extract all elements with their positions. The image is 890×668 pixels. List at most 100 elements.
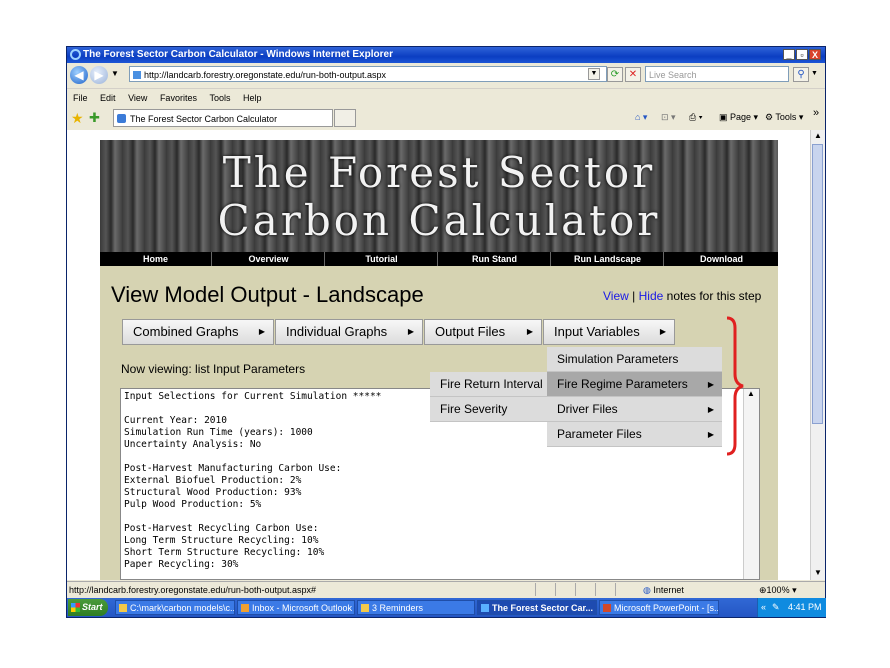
feeds-icon[interactable]: ⊡ ▾: [661, 112, 676, 123]
menu-label: Individual Graphs: [286, 324, 388, 339]
submenu-fire-return-interval[interactable]: Fire Return Interval: [430, 372, 547, 397]
menu-tools[interactable]: Tools: [209, 93, 230, 103]
bell-icon: [361, 604, 369, 612]
menu-label: Combined Graphs: [133, 324, 239, 339]
nav-home[interactable]: Home: [100, 252, 212, 266]
menu-file[interactable]: File: [73, 93, 88, 103]
task-outlook[interactable]: Inbox - Microsoft Outlook: [237, 600, 355, 615]
stop-icon[interactable]: ✕: [625, 67, 641, 82]
page-menu[interactable]: ▣ Page ▾: [719, 112, 758, 123]
start-button[interactable]: Start: [68, 599, 108, 616]
page-menu-label: Page: [730, 112, 752, 122]
menu-individual-graphs[interactable]: Individual Graphs ▶: [275, 319, 423, 345]
dropdown-parameter-files[interactable]: Parameter Files ▶: [547, 422, 722, 447]
scroll-up-icon[interactable]: ▲: [747, 389, 755, 398]
nav-tutorial[interactable]: Tutorial: [326, 252, 438, 266]
nav-run-stand[interactable]: Run Stand: [439, 252, 551, 266]
search-input[interactable]: Live Search: [645, 66, 789, 82]
now-viewing-label: Now viewing: list Input Parameters: [121, 362, 306, 376]
task-powerpoint[interactable]: Microsoft PowerPoint - [s...: [599, 600, 719, 615]
status-url: http://landcarb.forestry.oregonstate.edu…: [69, 585, 316, 595]
arrow-right-icon: ▶: [707, 405, 714, 414]
page-icon: [133, 71, 141, 79]
menu-view[interactable]: View: [128, 93, 147, 103]
menu-combined-graphs[interactable]: Combined Graphs ▶: [122, 319, 274, 345]
globe-icon: ◍: [643, 585, 654, 595]
start-label: Start: [82, 602, 103, 612]
address-bar[interactable]: http://landcarb.forestry.oregonstate.edu…: [129, 66, 607, 82]
page-viewport: The Forest Sector Carbon Calculator Home…: [67, 130, 810, 580]
back-button[interactable]: ◀: [70, 66, 88, 84]
outlook-icon: [241, 604, 249, 612]
ie-logo-icon: [70, 49, 81, 60]
network-icon[interactable]: ✎: [772, 598, 780, 617]
arrow-right-icon: ▶: [707, 380, 714, 389]
task-reminders[interactable]: 3 Reminders: [357, 600, 475, 615]
tab-forest-sector[interactable]: The Forest Sector Carbon Calculator: [113, 109, 333, 127]
tray-expand-icon[interactable]: «: [761, 598, 766, 617]
page-icon: [117, 114, 126, 123]
menu-favorites[interactable]: Favorites: [160, 93, 197, 103]
task-folder[interactable]: C:\mark\carbon models\c...: [115, 600, 235, 615]
history-dropdown-icon[interactable]: ▼: [111, 69, 119, 78]
chevron-right-icon[interactable]: »: [813, 107, 819, 119]
task-label: C:\mark\carbon models\c...: [130, 603, 235, 613]
new-tab-button[interactable]: [334, 109, 356, 127]
menu-help[interactable]: Help: [243, 93, 262, 103]
favorites-star-icon[interactable]: ★: [71, 110, 84, 127]
system-tray: « ✎ 4:41 PM: [757, 598, 826, 617]
forward-button[interactable]: ▶: [90, 66, 108, 84]
address-dropdown-icon[interactable]: ▼: [588, 68, 600, 80]
search-options-icon[interactable]: ▼: [811, 70, 818, 77]
dropdown-label: Parameter Files: [557, 427, 642, 441]
dropdown-label: Driver Files: [557, 402, 618, 416]
search-icon[interactable]: ⚲: [793, 67, 809, 82]
textarea-scrollbar[interactable]: ▲: [743, 389, 759, 579]
dropdown-fire-regime-parameters[interactable]: Fire Regime Parameters ▶: [547, 372, 722, 397]
banner-title-line1: The Forest Sector: [222, 148, 656, 197]
notes-suffix: notes for this step: [666, 289, 762, 303]
refresh-icon[interactable]: ⟳: [607, 67, 623, 82]
arrow-right-icon: ▶: [707, 430, 714, 439]
zoom-level[interactable]: ⊕100% ▾: [759, 582, 797, 598]
menu-output-files[interactable]: Output Files ▶: [424, 319, 542, 345]
scroll-down-icon[interactable]: ▼: [814, 568, 822, 577]
powerpoint-icon: [603, 604, 611, 612]
clock[interactable]: 4:41 PM: [788, 598, 822, 617]
view-notes-link[interactable]: View: [603, 289, 629, 303]
task-forest-sector[interactable]: The Forest Sector Car...: [477, 600, 597, 615]
print-icon[interactable]: ⎙ ▾: [689, 112, 702, 123]
dropdown-label: Fire Regime Parameters: [557, 377, 688, 391]
maximize-button[interactable]: ▫: [796, 49, 808, 60]
task-label: 3 Reminders: [372, 603, 424, 613]
text-line: [124, 511, 756, 523]
taskbar: Start C:\mark\carbon models\c... Inbox -…: [67, 598, 826, 617]
tab-toolbar: ★ ✚ The Forest Sector Carbon Calculator …: [67, 107, 825, 129]
dropdown-driver-files[interactable]: Driver Files ▶: [547, 397, 722, 422]
text-line: Pulp Wood Production: 5%: [124, 499, 262, 510]
nav-download[interactable]: Download: [665, 252, 778, 266]
dropdown-simulation-parameters[interactable]: Simulation Parameters: [547, 347, 722, 372]
scroll-thumb[interactable]: [812, 144, 823, 424]
menu-input-variables[interactable]: Input Variables ▶: [543, 319, 675, 345]
address-url: http://landcarb.forestry.oregonstate.edu…: [144, 70, 386, 80]
hide-notes-link[interactable]: Hide: [639, 289, 664, 303]
text-line: [124, 451, 756, 463]
nav-run-landscape[interactable]: Run Landscape: [552, 252, 664, 266]
scroll-up-icon[interactable]: ▲: [814, 131, 822, 140]
internet-zone[interactable]: ◍ Internet: [643, 582, 684, 598]
tools-menu[interactable]: ⚙ Tools ▾: [765, 112, 803, 123]
page-scrollbar[interactable]: ▲ ▼: [810, 130, 825, 580]
brace-path: [726, 316, 744, 456]
add-favorite-icon[interactable]: ✚: [89, 110, 100, 126]
close-button[interactable]: X: [809, 49, 821, 60]
submenu-fire-severity[interactable]: Fire Severity: [430, 397, 547, 422]
menu-edit[interactable]: Edit: [100, 93, 116, 103]
site-nav: Home Overview Tutorial Run Stand Run Lan…: [100, 252, 778, 266]
minimize-button[interactable]: _: [783, 49, 795, 60]
text-line: Post-Harvest Manufacturing Carbon Use:: [124, 463, 342, 474]
home-icon[interactable]: ⌂ ▾: [635, 112, 647, 123]
status-divider: [575, 583, 576, 596]
arrow-right-icon: ▶: [407, 327, 414, 336]
nav-overview[interactable]: Overview: [213, 252, 325, 266]
